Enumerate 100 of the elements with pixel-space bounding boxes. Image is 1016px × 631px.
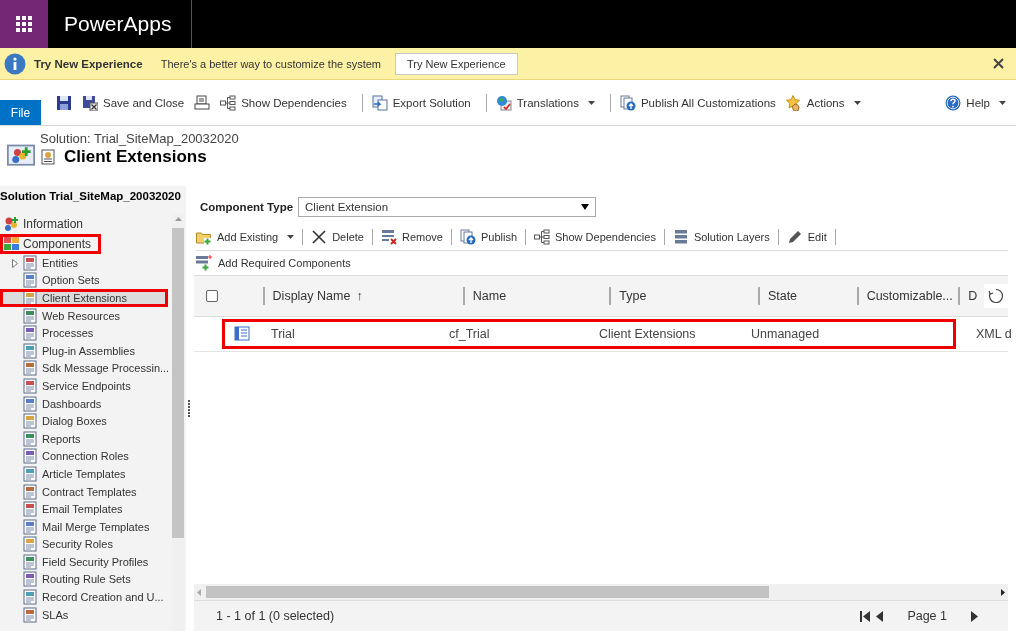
splitter-handle[interactable] [188, 399, 190, 418]
hierarchy-icon [220, 94, 237, 111]
toolbar-button[interactable]: Actions [785, 92, 867, 113]
page-title: Client Extensions [64, 147, 207, 167]
sidebar-item[interactable]: Dialog Boxes [0, 412, 168, 430]
component-icon [22, 483, 38, 500]
component-icon [22, 360, 38, 377]
info-icon [4, 52, 26, 75]
toolbar-button[interactable]: Publish [459, 227, 525, 247]
sidebar-item[interactable]: Client Extensions [0, 289, 168, 307]
component-icon [22, 325, 38, 342]
expand-arrow-icon[interactable] [12, 259, 18, 268]
page-number: Page 1 [907, 609, 947, 623]
sidebar-item[interactable]: Routing Rule Sets [0, 570, 168, 589]
select-all-checkbox[interactable] [206, 290, 218, 302]
help-icon [945, 94, 962, 111]
refresh-button[interactable] [984, 284, 1008, 308]
list-remove-icon [380, 229, 397, 245]
toolbar-button[interactable]: Show Dependencies [534, 227, 664, 247]
sidebar-item[interactable]: Sdk Message Processin... [0, 359, 168, 378]
toolbar-button[interactable]: Delete [311, 227, 372, 247]
toolbar-button[interactable]: Translations [495, 92, 601, 113]
sidebar-item[interactable]: Components [0, 234, 102, 254]
export-icon [371, 94, 388, 111]
app-launcher-button[interactable] [0, 0, 48, 48]
save-close-icon [82, 94, 98, 111]
sidebar-item[interactable]: Security Roles [0, 535, 168, 554]
star-icon [785, 94, 802, 111]
component-icon [22, 448, 38, 465]
toolbar-button[interactable]: Publish All Customizations [619, 92, 782, 113]
scrollbar-thumb[interactable] [172, 228, 184, 538]
component-icon [22, 377, 38, 394]
file-tab[interactable]: File [0, 100, 41, 125]
publish-icon [459, 229, 476, 245]
previous-page-button[interactable] [876, 610, 884, 622]
sidebar-item[interactable]: Field Security Profiles [0, 553, 168, 571]
column-header[interactable]: Display Name ↑ [272, 289, 363, 303]
try-new-experience-button[interactable]: Try New Experience [395, 52, 518, 75]
table-cell: cf_Trial [449, 327, 490, 341]
sidebar-item[interactable]: Information [0, 214, 94, 234]
toolbar-button[interactable]: Export Solution [371, 92, 477, 113]
sidebar-item[interactable]: Email Templates [0, 500, 168, 518]
publish-icon [619, 94, 636, 111]
previous-page-icon [876, 610, 884, 622]
sidebar-item[interactable]: Mail Merge Templates [0, 517, 168, 536]
caret-icon [999, 100, 1006, 105]
sidebar-item[interactable]: Processes [0, 324, 168, 342]
refresh-icon [988, 288, 1004, 304]
horizontal-scrollbar[interactable] [194, 584, 1008, 600]
sidebar-item[interactable]: Entities [0, 254, 168, 272]
scrollbar-thumb[interactable] [206, 586, 769, 598]
printer-icon [194, 94, 211, 111]
caret-icon [287, 235, 295, 239]
toolbar-button[interactable]: Solution Layers [672, 227, 778, 247]
toolbar-button[interactable]: Edit [786, 227, 835, 247]
close-button[interactable] [991, 56, 1006, 71]
scroll-right-icon[interactable] [1001, 588, 1005, 596]
notification-message: There's a better way to customize the system [160, 57, 382, 70]
column-header[interactable]: State [767, 289, 798, 303]
sidebar-item[interactable]: Option Sets [0, 271, 168, 290]
column-header[interactable]: Name [472, 289, 507, 303]
toolbar-button[interactable]: Add Existing [196, 227, 303, 247]
toolbar-button[interactable]: Show Dependencies [220, 92, 353, 113]
table-cell: Trial [271, 327, 295, 341]
sidebar-item[interactable]: Contract Templates [0, 482, 168, 501]
record-icon [234, 326, 250, 342]
component-icon [22, 589, 38, 606]
sidebar-item[interactable]: Web Resources [0, 306, 168, 325]
sidebar-title: Solution Trial_SiteMap_20032020 [0, 189, 182, 204]
sidebar-item[interactable]: Connection Roles [0, 447, 168, 466]
x-icon [311, 229, 328, 245]
column-header[interactable]: D [968, 289, 978, 303]
component-icon [22, 518, 38, 535]
sidebar-item[interactable]: Reports [0, 429, 168, 448]
grid-icon [4, 236, 20, 252]
folder-plus-icon [196, 229, 212, 245]
column-header[interactable]: Type [619, 289, 647, 303]
sidebar-item[interactable]: Article Templates [0, 465, 168, 483]
waffle-icon [16, 16, 32, 32]
toolbar-button[interactable]: Remove [380, 227, 451, 247]
help-button[interactable]: Help [945, 92, 1012, 113]
record-count: 1 - 1 of 1 (0 selected) [216, 609, 335, 623]
sidebar-item[interactable]: SLAs [0, 605, 168, 624]
list-add-icon [196, 255, 212, 271]
component-icon [22, 395, 38, 412]
next-page-button[interactable] [971, 610, 978, 622]
column-header[interactable]: Customizable... [866, 289, 953, 303]
sidebar-item[interactable]: Dashboards [0, 394, 168, 413]
component-icon [22, 342, 38, 359]
sidebar-item[interactable]: Record Creation and U... [0, 588, 168, 606]
sidebar-item[interactable]: Plug-in Assemblies [0, 341, 168, 360]
component-icon [22, 606, 38, 623]
component-icon [22, 272, 38, 289]
hierarchy-icon [534, 229, 550, 245]
component-type-label: Component Type [200, 201, 294, 213]
toolbar-button[interactable]: Save and Close [82, 92, 191, 113]
first-page-button[interactable] [860, 610, 871, 622]
component-type-dropdown[interactable]: Client Extension [298, 197, 597, 217]
add-required-components-button[interactable]: Add Required Components [196, 254, 1016, 272]
sidebar-item[interactable]: Service Endpoints [0, 377, 168, 395]
